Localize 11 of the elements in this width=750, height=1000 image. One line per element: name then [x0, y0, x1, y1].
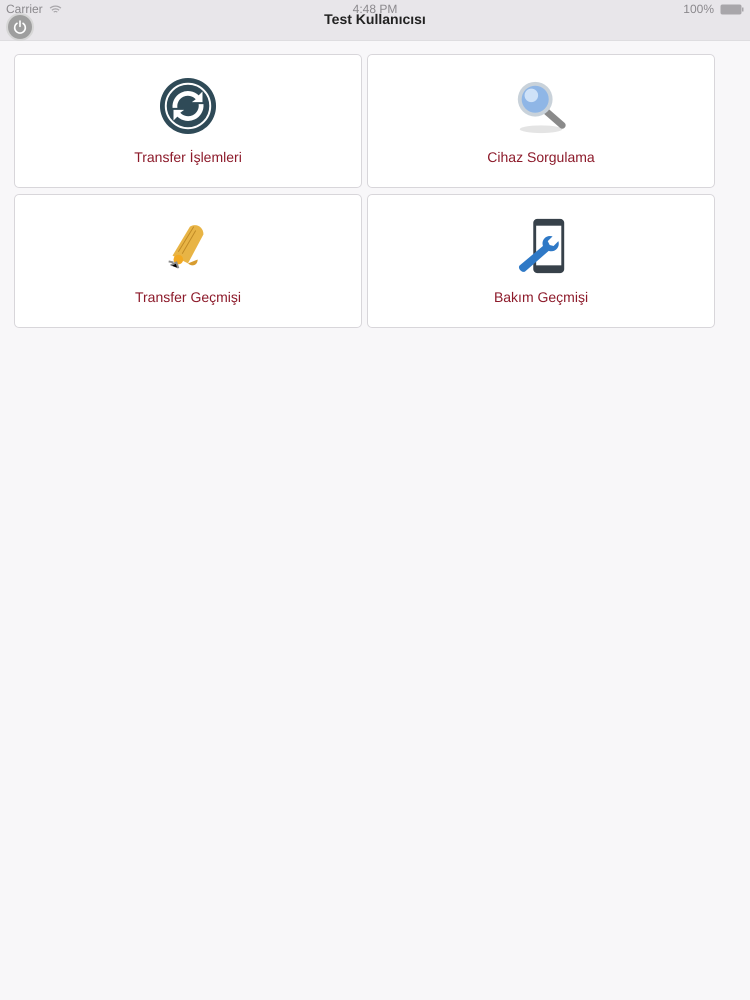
- menu-tile[interactable]: Bakım Geçmişi: [367, 194, 715, 328]
- carrier-name: Carrier: [6, 2, 43, 16]
- menu-tile[interactable]: Cihaz Sorgulama: [367, 54, 715, 188]
- power-icon: [12, 19, 28, 35]
- wifi-icon: [48, 4, 62, 14]
- power-button[interactable]: [6, 13, 34, 41]
- menu-tile[interactable]: Transfer Geçmişi: [14, 194, 362, 328]
- battery-icon: [720, 4, 744, 14]
- menu-tile[interactable]: Transfer İşlemleri: [14, 54, 362, 188]
- refresh-icon: [159, 77, 217, 135]
- battery-percent: 100%: [683, 2, 714, 16]
